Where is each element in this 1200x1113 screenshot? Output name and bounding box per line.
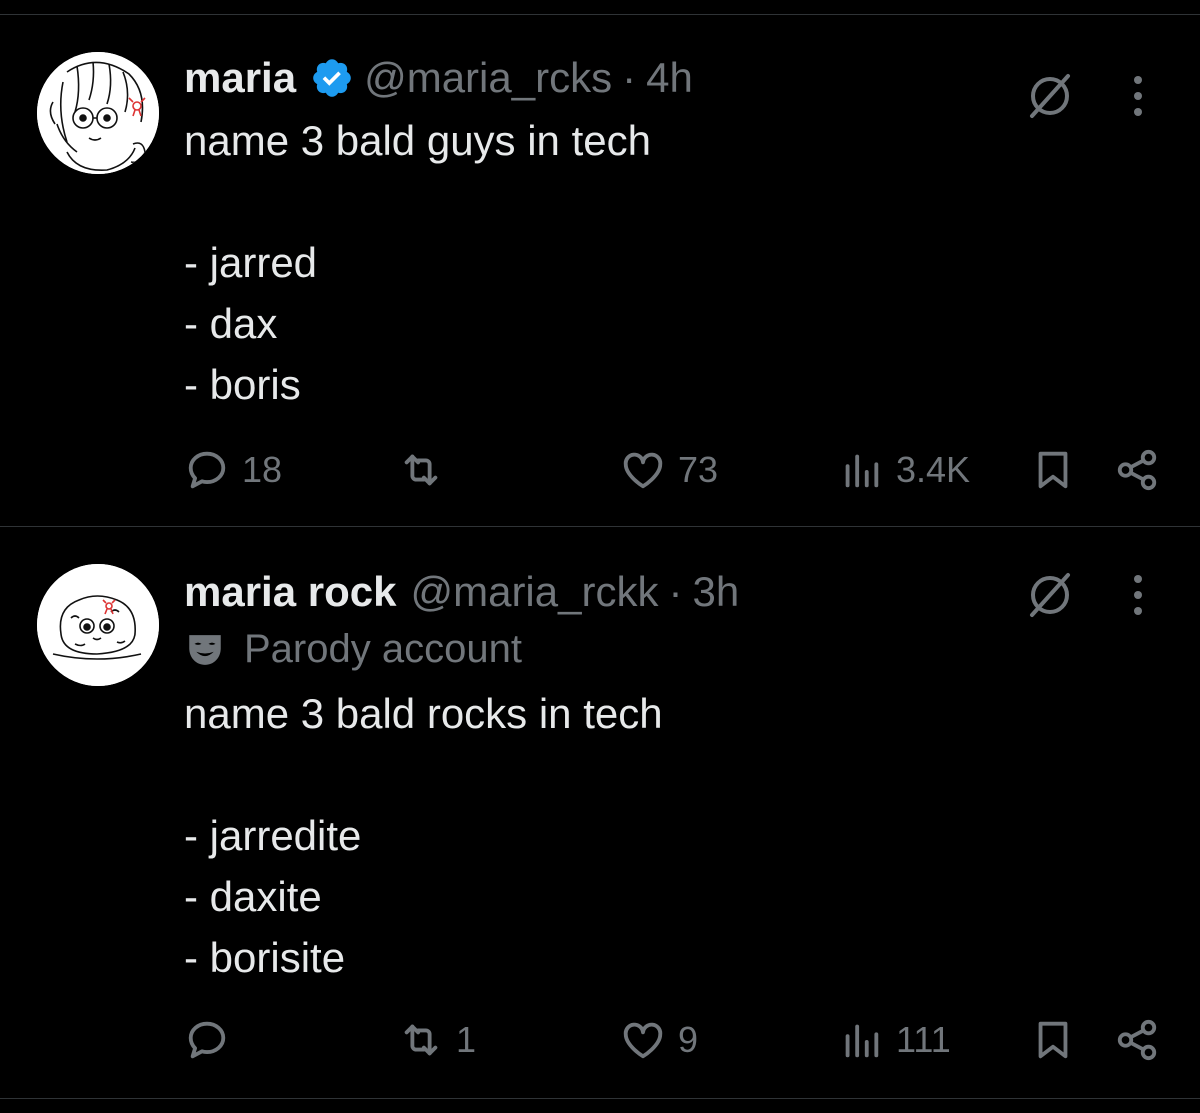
bottom-divider — [0, 1098, 1200, 1099]
bookmark-icon — [1038, 1021, 1068, 1059]
share-icon — [1117, 449, 1157, 491]
share-button[interactable] — [1114, 1010, 1160, 1070]
separator: · — [622, 54, 637, 101]
like-count: 73 — [678, 449, 719, 490]
avatar[interactable] — [37, 564, 159, 686]
timestamp[interactable]: 3h — [692, 567, 739, 617]
verified-badge-icon[interactable] — [310, 56, 354, 100]
views-icon — [845, 1024, 879, 1058]
avatar[interactable] — [37, 52, 159, 174]
action-bar: 1 9 111 — [0, 1010, 1200, 1070]
like-icon — [623, 1022, 663, 1059]
like-count: 9 — [678, 1019, 699, 1060]
like-button[interactable]: 9 — [620, 1010, 698, 1070]
avatar-drawing-icon — [37, 52, 159, 174]
tweet-header: maria @maria_rcks · 4h — [184, 53, 693, 103]
views-button[interactable]: 111 — [838, 1010, 951, 1070]
like-button[interactable]: 73 — [620, 440, 718, 500]
tweet-text: name 3 bald rocks in tech - jarredite - … — [184, 690, 663, 981]
repost-button[interactable]: 1 — [398, 1010, 476, 1070]
share-button[interactable] — [1114, 440, 1160, 500]
display-name[interactable]: maria — [184, 53, 296, 103]
parody-mask-icon — [189, 634, 221, 665]
views-count: 3.4K — [896, 449, 971, 490]
repost-button[interactable] — [398, 440, 456, 500]
repost-icon — [404, 1024, 438, 1056]
like-icon — [623, 452, 663, 489]
grok-icon[interactable] — [1024, 569, 1076, 621]
reply-count: 18 — [242, 449, 283, 490]
reply-icon — [188, 451, 226, 489]
tweet-2[interactable]: maria rock @maria_rckk · 3h Parody accou… — [0, 527, 1200, 1098]
more-icon[interactable] — [1118, 569, 1158, 621]
share-icon — [1117, 1019, 1157, 1061]
reply-button[interactable] — [184, 1010, 242, 1070]
views-button[interactable]: 3.4K — [838, 440, 970, 500]
bookmark-button[interactable] — [1030, 440, 1076, 500]
views-icon — [845, 454, 879, 488]
parody-label: Parody account — [184, 627, 522, 672]
handle[interactable]: @maria_rcks — [364, 53, 612, 103]
action-bar: 18 73 3.4K — [0, 440, 1200, 500]
tweet-header: maria rock @maria_rckk · 3h — [184, 567, 739, 617]
timestamp[interactable]: 4h — [646, 53, 693, 103]
views-count: 111 — [896, 1019, 951, 1060]
avatar-rock-drawing-icon — [37, 564, 159, 686]
tweet-1[interactable]: maria @maria_rcks · 4h name 3 bald guys … — [0, 15, 1200, 526]
bookmark-button[interactable] — [1030, 1010, 1076, 1070]
separator: · — [668, 568, 683, 615]
more-icon[interactable] — [1118, 70, 1158, 122]
bookmark-icon — [1038, 451, 1068, 489]
repost-count: 1 — [456, 1019, 477, 1060]
display-name[interactable]: maria rock — [184, 567, 396, 617]
handle[interactable]: @maria_rckk — [410, 567, 658, 617]
reply-icon — [188, 1021, 226, 1059]
reply-button[interactable]: 18 — [184, 440, 282, 500]
grok-icon[interactable] — [1024, 70, 1076, 122]
tweet-text: name 3 bald guys in tech - jarred - dax … — [184, 117, 651, 408]
repost-icon — [404, 454, 438, 486]
parody-text: Parody account — [244, 627, 522, 671]
